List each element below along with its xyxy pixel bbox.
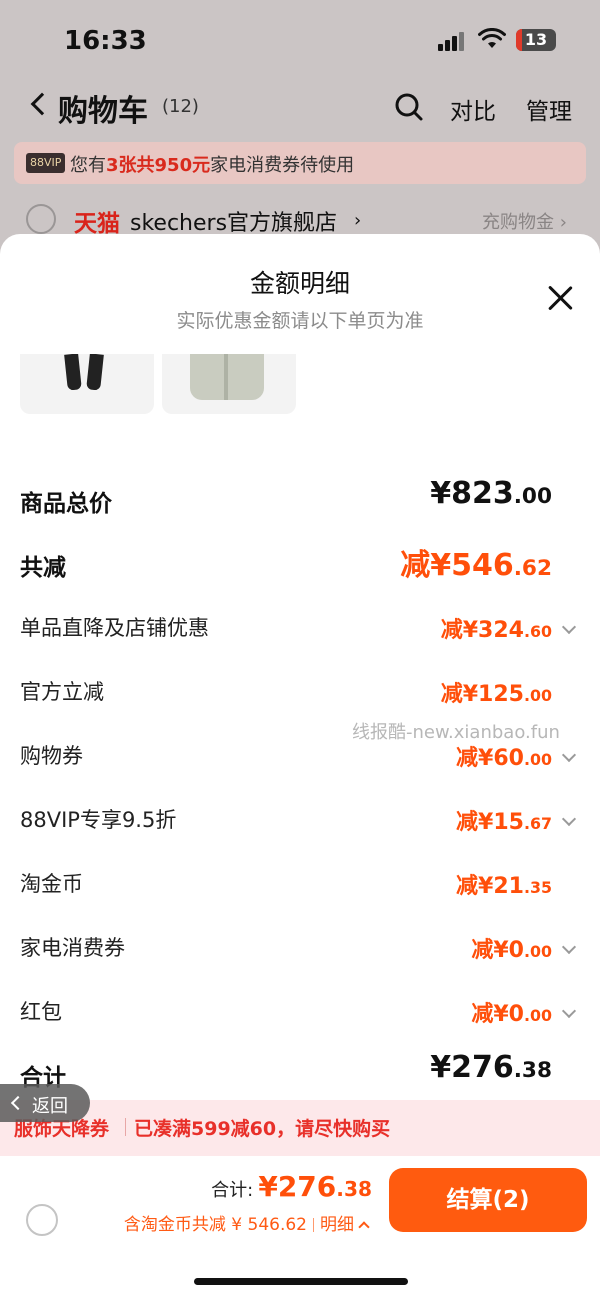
tmall-logo: 天猫	[74, 211, 120, 237]
detail-toggle[interactable]: 明细	[320, 1215, 354, 1235]
select-all-radio[interactable]	[26, 1204, 58, 1236]
chevron-up-icon	[358, 1221, 370, 1233]
amount-detail-sheet: 金额明细 实际优惠金额请以下单页为准 商品总价 ¥823.00 共减 减¥546…	[0, 234, 600, 1298]
row-label: 官方立减	[20, 680, 104, 704]
row-label: 88VIP专享9.5折	[20, 808, 177, 832]
discount-summary[interactable]: 含淘金币共减 ¥ 546.62 明细	[123, 1210, 370, 1235]
battery-level: 13	[524, 30, 548, 49]
cart-nav-bar: 购物车 (12) 对比 管理	[0, 84, 600, 134]
row-goods-total: 商品总价 ¥823.00	[0, 474, 600, 524]
store-chevron-icon: ›	[354, 210, 362, 231]
promo-bar: 服饰天降券 已凑满599减60，请尽快购买	[0, 1100, 600, 1156]
status-bar: 16:33 13	[0, 22, 600, 62]
row-label: 淘金币	[20, 872, 83, 896]
row-appliance-coupon[interactable]: 家电消费券 减¥0.00	[0, 922, 600, 972]
battery-icon: 13	[516, 29, 556, 51]
row-value: 减¥15.67	[456, 810, 552, 835]
search-icon[interactable]	[394, 92, 424, 122]
chevron-down-icon[interactable]	[561, 939, 577, 955]
footer-total: 合计: ¥276.38	[211, 1170, 372, 1203]
cellular-signal-icon	[438, 32, 466, 51]
promo-text: 已凑满599减60，请尽快购买	[134, 1118, 391, 1140]
store-name-link[interactable]: skechers官方旗舰店	[130, 205, 337, 237]
sheet-title: 金额明细	[249, 269, 350, 298]
close-icon[interactable]	[540, 278, 580, 318]
wifi-icon	[478, 28, 506, 48]
manage-button[interactable]: 管理	[526, 92, 572, 126]
watermark-text: 线报酷-new.xianbao.fun	[352, 722, 560, 743]
back-chevron-icon[interactable]	[30, 92, 54, 116]
row-label: 红包	[20, 1000, 62, 1024]
checkout-footer: 合计: ¥276.38 含淘金币共减 ¥ 546.62 明细 结算(2)	[0, 1156, 600, 1298]
row-value: 减¥125.00	[440, 682, 552, 707]
back-label: 返回	[32, 1096, 68, 1117]
row-value: 减¥0.00	[471, 938, 552, 963]
row-value: 减¥60.00	[456, 746, 552, 771]
status-time: 16:33	[64, 26, 147, 56]
chevron-down-icon[interactable]	[561, 811, 577, 827]
row-value: 减¥324.60	[440, 618, 552, 643]
cart-count: (12)	[162, 96, 199, 117]
total-value: ¥276.38	[258, 1170, 372, 1203]
chevron-down-icon[interactable]	[561, 619, 577, 635]
product-thumbnail-jacket[interactable]	[162, 354, 296, 414]
row-value: ¥276.38	[430, 1050, 552, 1085]
row-store-discount[interactable]: 单品直降及店铺优惠 减¥324.60	[0, 602, 600, 652]
row-label: 共减	[20, 555, 66, 581]
floating-back-button[interactable]: 返回	[0, 1084, 90, 1122]
row-red-packet[interactable]: 红包 减¥0.00	[0, 986, 600, 1036]
row-88vip-discount[interactable]: 88VIP专享9.5折 减¥15.67	[0, 794, 600, 844]
compare-button[interactable]: 对比	[450, 92, 496, 126]
checkout-button[interactable]: 结算(2)	[389, 1168, 587, 1232]
product-thumbnail-pants[interactable]	[20, 354, 154, 414]
promo-divider	[125, 1118, 126, 1136]
row-label: 家电消费券	[20, 936, 125, 960]
discount-summary-text: 含淘金币共减 ¥ 546.62	[123, 1215, 307, 1235]
row-value: ¥823.00	[430, 476, 552, 511]
top-up-link[interactable]: 充购物金 ›	[482, 208, 567, 234]
chevron-down-icon[interactable]	[561, 747, 577, 763]
row-grand-total: 合计 ¥276.38	[0, 1048, 600, 1098]
row-value: 减¥546.62	[400, 548, 552, 583]
row-label: 商品总价	[20, 491, 112, 517]
store-select-radio[interactable]	[26, 204, 56, 234]
vip-banner-text: 您有3张共950元家电消费券待使用	[70, 155, 355, 176]
row-total-discount: 共减 减¥546.62	[0, 538, 600, 588]
page-title: 购物车	[58, 94, 148, 129]
row-label: 单品直降及店铺优惠	[20, 616, 209, 640]
chevron-left-icon	[10, 1095, 26, 1111]
home-indicator	[194, 1278, 408, 1285]
vip-badge: 88VIP	[26, 153, 66, 173]
row-label: 购物券	[20, 744, 83, 768]
vip-coupon-banner[interactable]: 88VIP 您有3张共950元家电消费券待使用	[14, 142, 586, 184]
cart-page-background: 16:33 13 购物车 (12) 对比 管理 88VIP 您有3张共950元家…	[0, 0, 600, 240]
row-value: 减¥0.00	[471, 1002, 552, 1027]
row-value: 减¥21.35	[456, 874, 552, 899]
chevron-down-icon[interactable]	[561, 1003, 577, 1019]
sheet-subtitle: 实际优惠金额请以下单页为准	[176, 310, 424, 332]
total-label: 合计:	[211, 1180, 254, 1201]
row-official-discount: 官方立减 减¥125.00	[0, 666, 600, 716]
row-taojinbi: 淘金币 减¥21.35	[0, 858, 600, 908]
